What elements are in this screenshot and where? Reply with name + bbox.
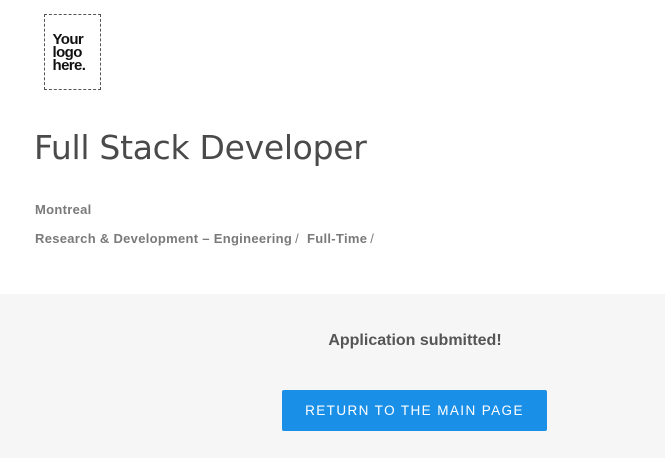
job-categories: Research & Development – Engineering / Fu… bbox=[35, 231, 378, 246]
application-status-message: Application submitted! bbox=[328, 332, 502, 349]
logo-line: here. bbox=[52, 56, 86, 74]
job-header: Your logo here. Full Stack Developer Mon… bbox=[0, 0, 665, 294]
category-commitment: Full-Time bbox=[307, 231, 368, 246]
category-department: Research & Development – Engineering bbox=[35, 231, 293, 246]
job-title: Full Stack Developer bbox=[34, 128, 367, 167]
company-logo[interactable]: Your logo here. bbox=[44, 14, 101, 90]
job-location: Montreal bbox=[35, 202, 92, 217]
category-separator: / bbox=[295, 231, 300, 246]
logo-placeholder-text: Your logo here. bbox=[52, 32, 93, 74]
category-separator: / bbox=[370, 231, 375, 246]
return-to-main-page-button[interactable]: RETURN TO THE MAIN PAGE bbox=[282, 390, 547, 431]
confirmation-panel: Application submitted! RETURN TO THE MAI… bbox=[0, 294, 665, 458]
